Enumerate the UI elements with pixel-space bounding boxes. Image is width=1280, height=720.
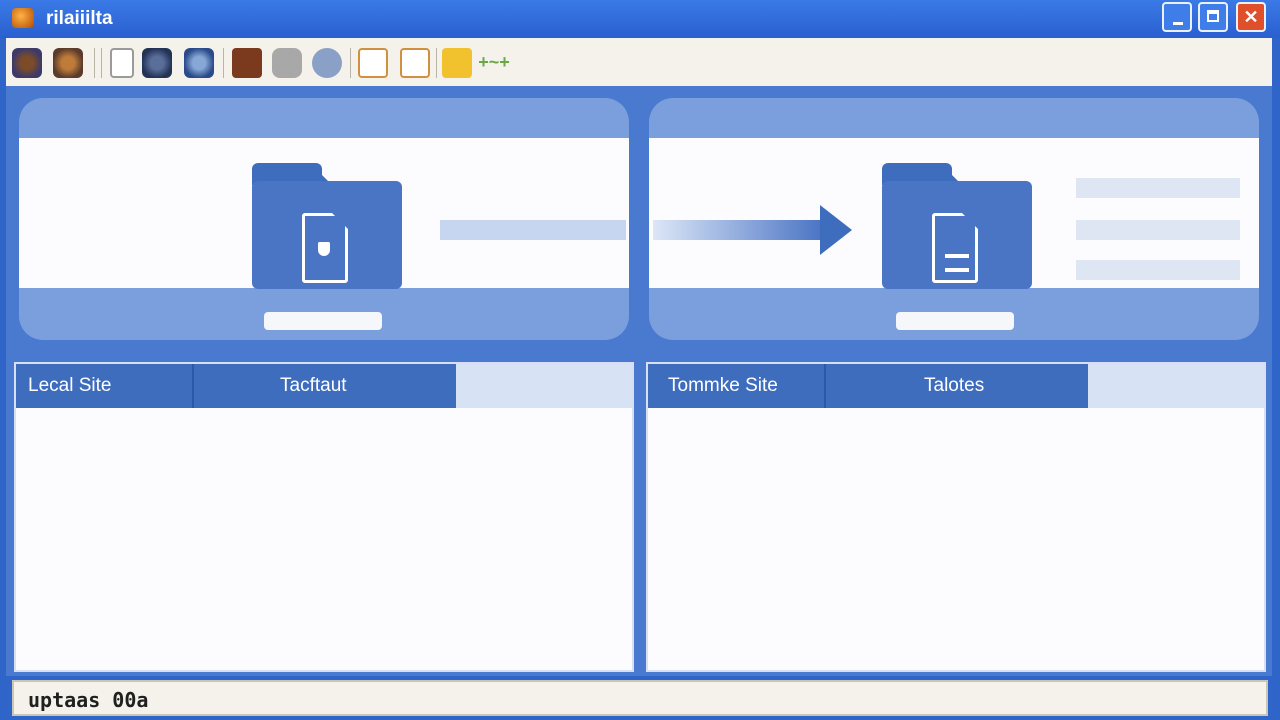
- site-manager-icon[interactable]: [12, 48, 42, 78]
- remote-pane-header-extra[interactable]: [1088, 364, 1264, 408]
- window-title: rilaiiilta: [46, 8, 113, 29]
- compare-icon[interactable]: [358, 48, 388, 78]
- status-text: uptaas 00a: [28, 688, 149, 712]
- remote-column-header[interactable]: Talotes: [924, 364, 984, 408]
- remote-file-pane[interactable]: Tommke Site Talotes: [646, 362, 1266, 672]
- status-bar: uptaas 00a: [12, 680, 1268, 716]
- local-transfer-view: [19, 138, 629, 289]
- toolbar-separator: [223, 48, 224, 78]
- toolbar-separator: [436, 48, 437, 78]
- remote-site-label: Tommke Site: [668, 375, 778, 396]
- queue-icon[interactable]: [272, 48, 302, 78]
- app-icon: [12, 8, 34, 28]
- toolbar: +~+: [6, 38, 1272, 87]
- close-icon: ✕: [1243, 7, 1259, 27]
- refresh-icon[interactable]: [142, 48, 172, 78]
- shield-icon: [318, 242, 330, 256]
- close-button[interactable]: ✕: [1236, 2, 1266, 32]
- local-transfer-panel: [19, 98, 629, 340]
- local-scrollbar[interactable]: [264, 312, 382, 330]
- remote-transfer-panel: [649, 98, 1259, 340]
- remote-scrollbar[interactable]: [896, 312, 1014, 330]
- local-folder-icon: [252, 163, 402, 289]
- edit-icon[interactable]: [400, 48, 430, 78]
- remote-folder-icon: [882, 163, 1032, 289]
- remote-document-icon: [932, 213, 978, 283]
- local-pane-header-extra[interactable]: [456, 364, 632, 408]
- add-icon[interactable]: +~+: [476, 52, 512, 72]
- toolbar-separator: [101, 48, 102, 78]
- list-placeholder: [1076, 178, 1240, 198]
- stop-icon[interactable]: [232, 48, 262, 78]
- local-site-label: Lecal Site: [28, 375, 112, 396]
- maximize-button[interactable]: [1198, 2, 1228, 32]
- arrow-right-icon: [820, 205, 852, 255]
- network-icon[interactable]: [312, 48, 342, 78]
- transfer-arrow-shaft: [653, 220, 823, 240]
- connect-icon[interactable]: [53, 48, 83, 78]
- toolbar-separator: [350, 48, 351, 78]
- list-placeholder: [1076, 220, 1240, 240]
- minimize-button[interactable]: [1162, 2, 1192, 32]
- local-document-icon: [302, 213, 348, 283]
- list-placeholder: [1076, 260, 1240, 280]
- maximize-icon: [1207, 10, 1219, 22]
- transfer-line: [440, 220, 626, 240]
- title-bar[interactable]: rilaiiilta ✕: [0, 0, 1280, 38]
- column-separator[interactable]: [192, 364, 194, 408]
- column-separator[interactable]: [824, 364, 826, 408]
- new-file-icon[interactable]: [110, 48, 134, 78]
- folder-sync-icon[interactable]: [442, 48, 472, 78]
- local-file-pane[interactable]: Lecal Site Tacftaut: [14, 362, 634, 672]
- minimize-icon: [1173, 22, 1183, 25]
- toolbar-separator: [94, 48, 95, 78]
- local-column-header[interactable]: Tacftaut: [280, 364, 347, 408]
- globe-icon[interactable]: [184, 48, 214, 78]
